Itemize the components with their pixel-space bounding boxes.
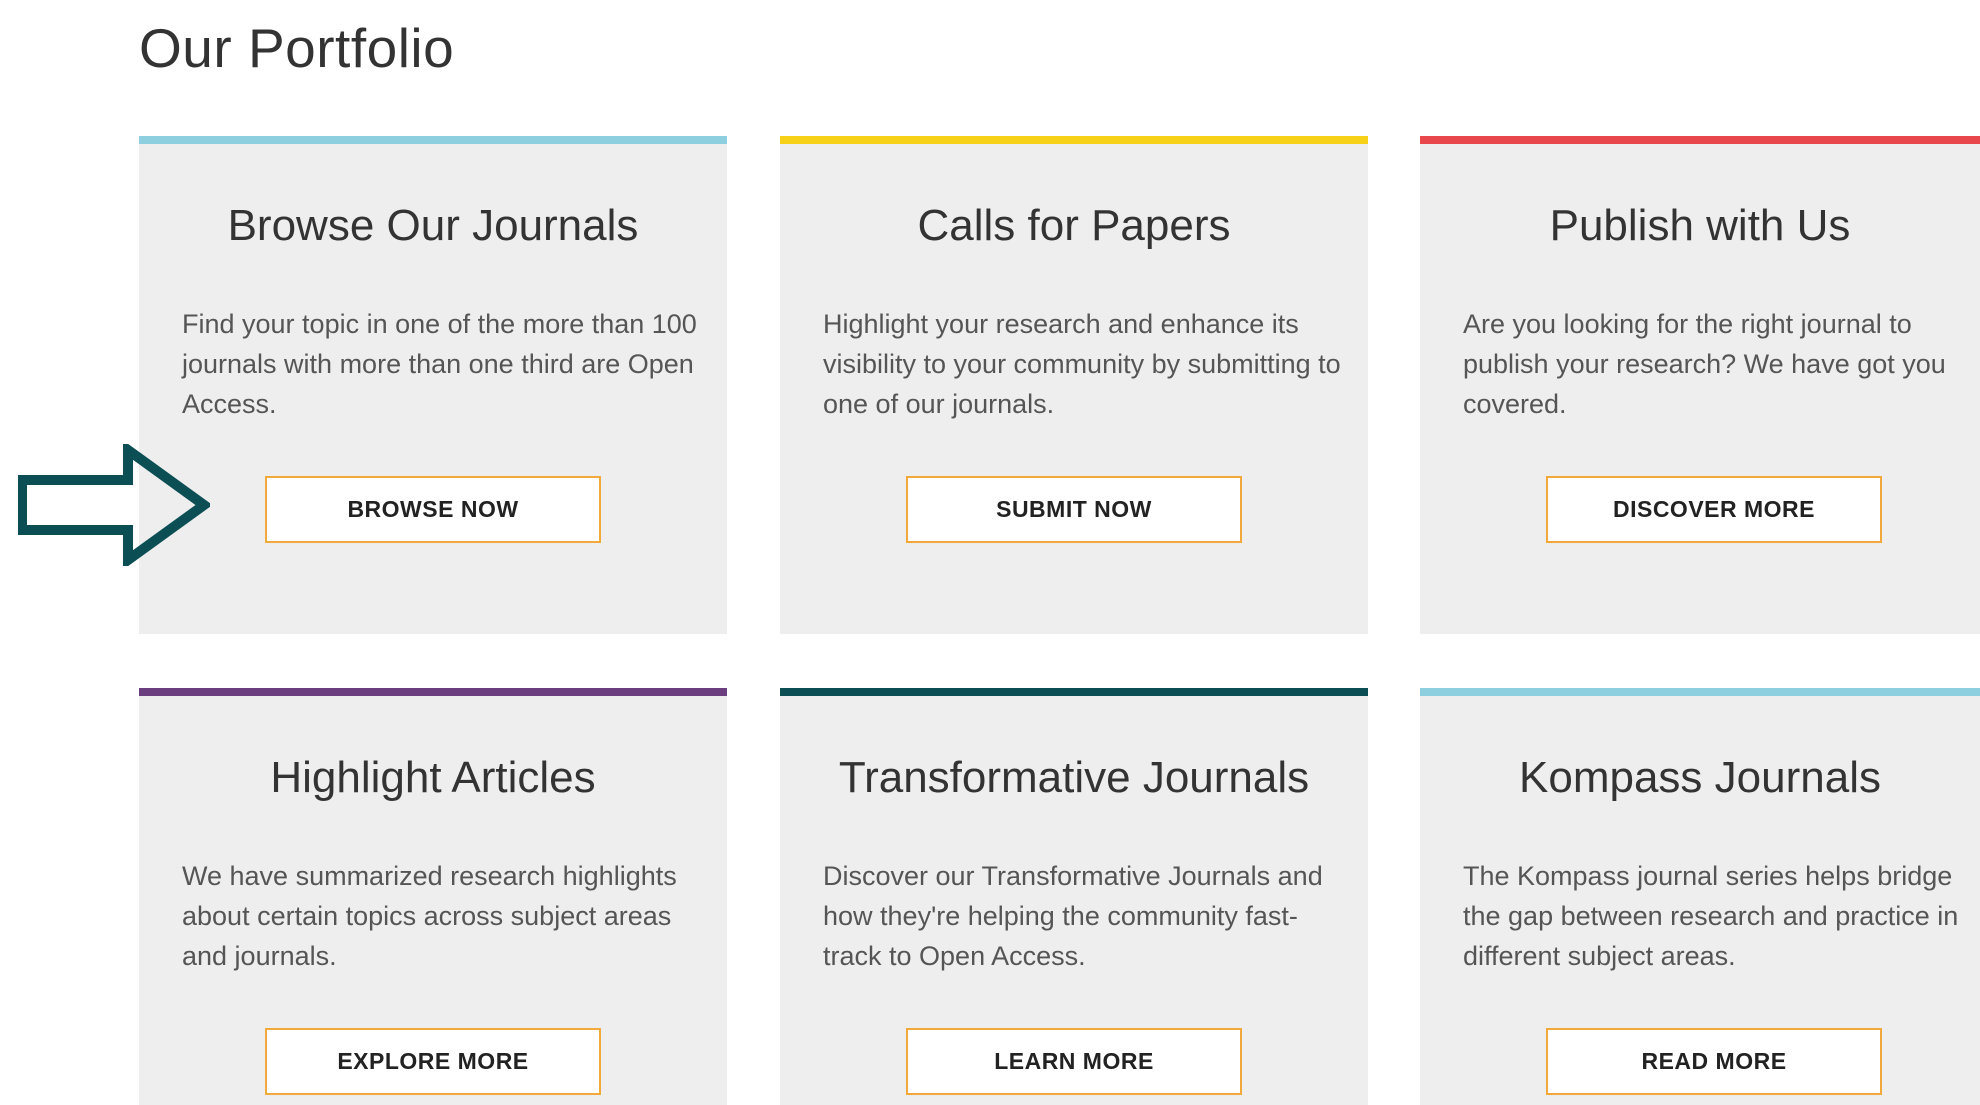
learn-more-button[interactable]: LEARN MORE — [906, 1028, 1242, 1095]
card-accent-bar — [780, 136, 1368, 144]
explore-more-button[interactable]: EXPLORE MORE — [265, 1028, 601, 1095]
card-description: Find your topic in one of the more than … — [182, 309, 697, 419]
browse-now-button[interactable]: BROWSE NOW — [265, 476, 601, 543]
card-title: Transformative Journals — [838, 753, 1310, 802]
card-description: We have summarized research highlights a… — [182, 861, 677, 971]
card-title: Kompass Journals — [1519, 753, 1881, 802]
card-description: Discover our Transformative Journals and… — [823, 861, 1323, 971]
card-title: Browse Our Journals — [227, 201, 639, 250]
card-publish-with-us: Publish with Us Are you looking for the … — [1420, 136, 1980, 634]
card-calls-for-papers: Calls for Papers Highlight your research… — [780, 136, 1368, 634]
card-title: Publish with Us — [1549, 201, 1851, 250]
portfolio-grid: Browse Our Journals Find your topic in o… — [139, 136, 1980, 1105]
card-highlight-articles: Highlight Articles We have summarized re… — [139, 688, 727, 1105]
card-description: Are you looking for the right journal to… — [1463, 309, 1946, 419]
right-arrow-outline-icon — [18, 444, 210, 566]
card-accent-bar — [1420, 136, 1980, 144]
card-description: Highlight your research and enhance its … — [823, 309, 1341, 419]
card-browse-journals: Browse Our Journals Find your topic in o… — [139, 136, 727, 634]
card-title: Highlight Articles — [270, 753, 596, 802]
read-more-button[interactable]: READ MORE — [1546, 1028, 1882, 1095]
submit-now-button[interactable]: SUBMIT NOW — [906, 476, 1242, 543]
card-title: Calls for Papers — [917, 201, 1231, 250]
page-title: Our Portfolio — [139, 17, 455, 79]
card-kompass-journals: Kompass Journals The Kompass journal ser… — [1420, 688, 1980, 1105]
card-accent-bar — [139, 688, 727, 696]
discover-more-button[interactable]: DISCOVER MORE — [1546, 476, 1882, 543]
card-accent-bar — [780, 688, 1368, 696]
card-accent-bar — [1420, 688, 1980, 696]
card-description: The Kompass journal series helps bridge … — [1463, 861, 1959, 971]
card-accent-bar — [139, 136, 727, 144]
card-transformative-journals: Transformative Journals Discover our Tra… — [780, 688, 1368, 1105]
